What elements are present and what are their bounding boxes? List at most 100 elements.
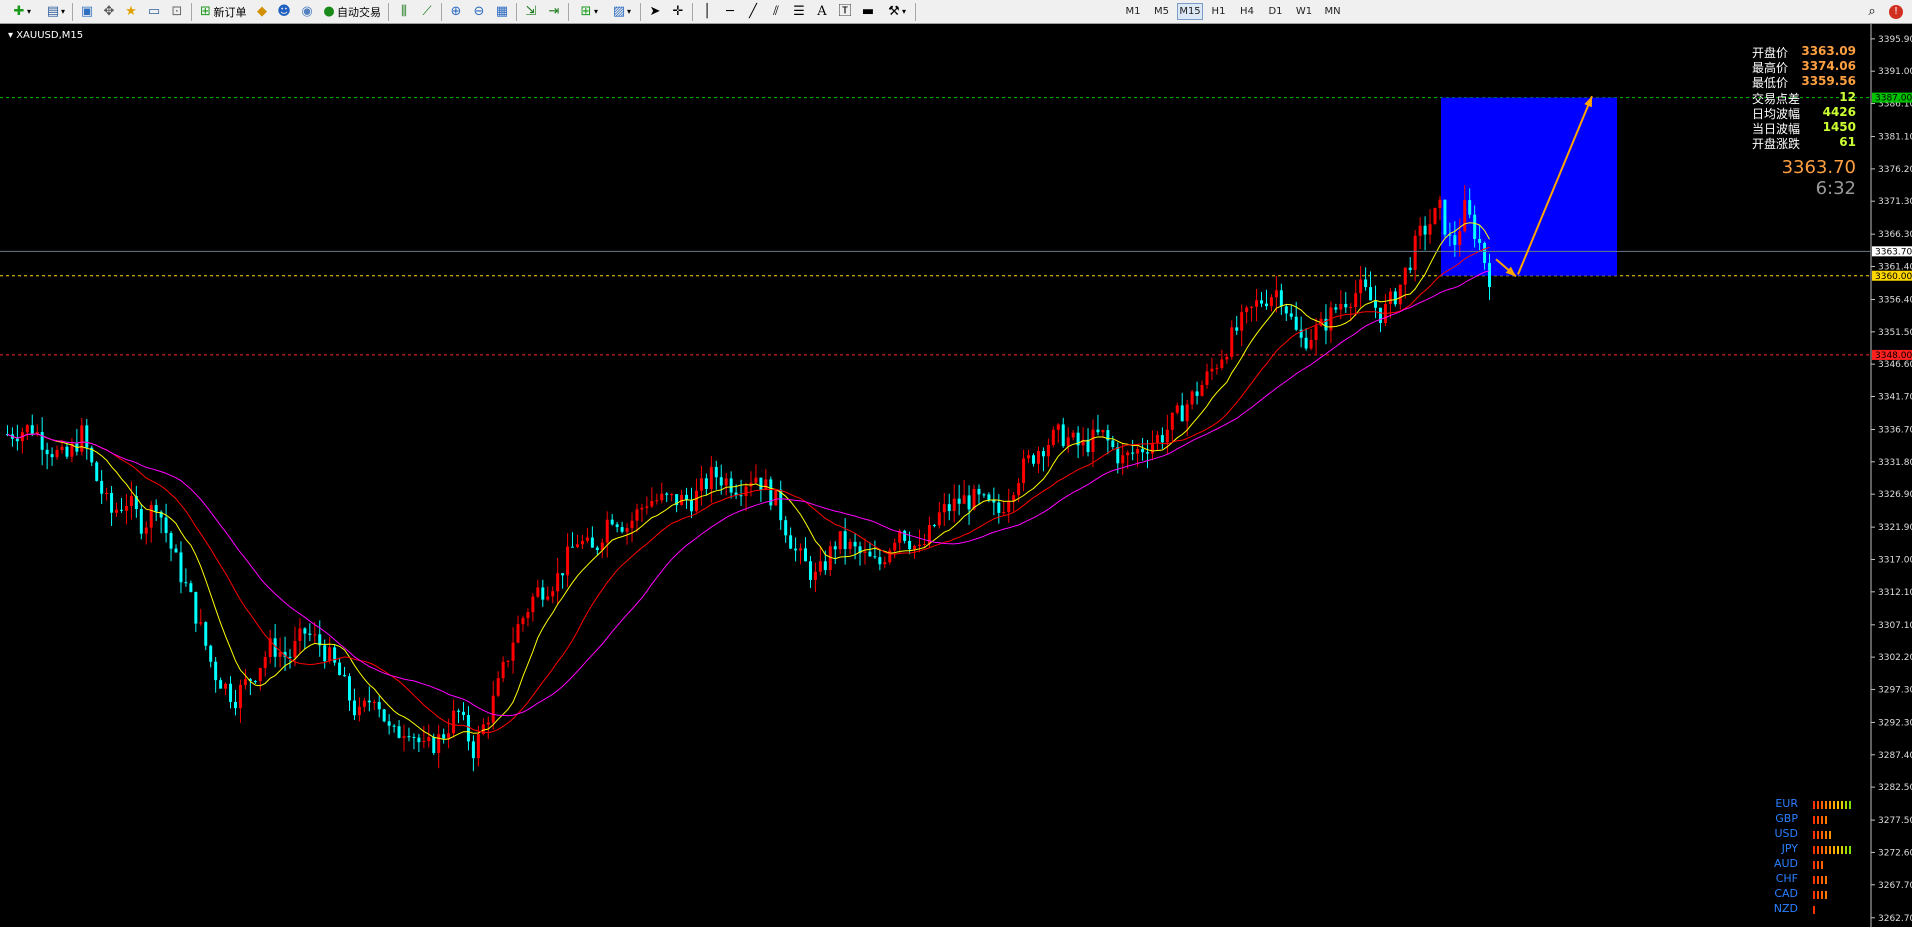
- search-button[interactable]: ⌕: [1862, 2, 1882, 21]
- candle-body: [694, 490, 698, 512]
- meta-editor-button[interactable]: ◆: [252, 2, 272, 21]
- candle-body: [1220, 359, 1224, 368]
- strength-bar: [1817, 891, 1819, 899]
- profiles-button[interactable]: ▤ ▾: [40, 2, 70, 21]
- candle-body: [338, 662, 342, 676]
- notification-button[interactable]: !: [1886, 2, 1906, 21]
- chart-shift-button[interactable]: ⇥: [544, 2, 564, 21]
- candle-body: [729, 478, 733, 493]
- candle-body: [987, 494, 991, 501]
- timeframe-w1-button[interactable]: W1: [1291, 3, 1317, 20]
- line-chart-button[interactable]: ⟋: [417, 2, 437, 21]
- candle-body: [625, 528, 629, 532]
- candle-body: [511, 642, 515, 661]
- candle-body: [432, 737, 436, 753]
- market-watch-button[interactable]: ▣: [77, 2, 97, 21]
- candle-body: [997, 502, 1001, 513]
- candle-body: [417, 737, 421, 743]
- candle-body: [1418, 225, 1422, 236]
- user-button[interactable]: ☻: [274, 2, 294, 21]
- candle-body: [119, 509, 123, 511]
- candle-body: [615, 524, 619, 528]
- strategy-tester-button[interactable]: ⊡: [167, 2, 187, 21]
- vertical-line-button[interactable]: │: [697, 2, 717, 21]
- candle-body: [799, 548, 803, 551]
- trendline-button[interactable]: ╱: [743, 2, 763, 21]
- chart-canvas[interactable]: 3395.903391.003386.103381.103376.203371.…: [0, 24, 1912, 927]
- price-axis-label: 3307.10: [1878, 621, 1912, 631]
- terminal-button[interactable]: ▭: [144, 2, 164, 21]
- auto-trading-button[interactable]: ● 自动交易: [320, 2, 382, 21]
- timeframe-m1-button[interactable]: M1: [1120, 3, 1146, 20]
- text-label-button[interactable]: 🅃: [835, 2, 855, 21]
- candle-body: [541, 587, 545, 600]
- timeframe-d1-button[interactable]: D1: [1263, 3, 1289, 20]
- indicators-button[interactable]: ⊞ ▾: [573, 2, 603, 21]
- candle-body: [189, 583, 193, 592]
- candle-body: [1101, 430, 1105, 433]
- candle-body: [843, 531, 847, 550]
- signals-button[interactable]: ◉: [297, 2, 317, 21]
- favorites-button[interactable]: ★: [121, 2, 141, 21]
- strength-bar: [1813, 906, 1815, 914]
- candle-body: [1428, 224, 1432, 235]
- zoom-in-button[interactable]: ⊕: [446, 2, 466, 21]
- candle-body: [1061, 424, 1065, 447]
- candle-body: [1453, 235, 1457, 245]
- candle-body: [15, 438, 19, 442]
- price-axis-label: 3346.60: [1878, 360, 1912, 370]
- rectangle-tool-button[interactable]: ▬: [858, 2, 878, 21]
- candle-body: [1269, 297, 1273, 307]
- candle-body: [709, 466, 713, 489]
- fibonacci-button[interactable]: ☰: [789, 2, 809, 21]
- strength-bar: [1821, 861, 1823, 869]
- navigator-button[interactable]: ✥: [99, 2, 119, 21]
- line-chart-icon: ⟋: [422, 3, 432, 19]
- candle-body: [580, 540, 584, 545]
- strength-bar: [1833, 801, 1835, 809]
- candle-body: [169, 533, 173, 549]
- price-chart[interactable]: 3395.90 3391.00 3386.10 3381.10 3376.20 3371.…: [0, 24, 1912, 927]
- timeframe-m15-button[interactable]: M15: [1177, 3, 1203, 20]
- candle-body: [1136, 449, 1140, 454]
- strength-bar: [1829, 801, 1831, 809]
- strength-bar: [1817, 801, 1819, 809]
- crosshair-tool-button[interactable]: ✛: [668, 2, 688, 21]
- horizontal-line-button[interactable]: ─: [720, 2, 740, 21]
- equidistant-channel-button[interactable]: ⫽: [766, 2, 786, 21]
- candle-body: [496, 678, 500, 696]
- bar-chart-button[interactable]: ⫼: [394, 2, 414, 21]
- candle-body: [1215, 367, 1219, 369]
- strength-bar: [1825, 891, 1827, 899]
- timeframe-m5-button[interactable]: M5: [1149, 3, 1175, 20]
- candle-body: [848, 541, 852, 550]
- zoom-out-button[interactable]: ⊖: [469, 2, 489, 21]
- text-tool-button[interactable]: A: [812, 2, 832, 21]
- strength-bar: [1813, 846, 1815, 854]
- new-order-button[interactable]: ⊞ 新订单: [196, 2, 248, 21]
- candle-body: [1458, 231, 1462, 245]
- cursor-tool-button[interactable]: ➤: [645, 2, 665, 21]
- timeframe-h1-button[interactable]: H1: [1206, 3, 1232, 20]
- candle-body: [471, 741, 475, 759]
- templates-button[interactable]: ▨ ▾: [606, 2, 636, 21]
- candle-body: [357, 706, 361, 716]
- strength-bar: [1829, 846, 1831, 854]
- strength-bar: [1817, 861, 1819, 869]
- new-chart-button[interactable]: ✚ ▾: [6, 2, 36, 21]
- candle-body: [1086, 439, 1090, 452]
- candle-body: [868, 551, 872, 557]
- autoscroll-button[interactable]: ⇲: [521, 2, 541, 21]
- channel-icon: ⫽: [773, 3, 779, 19]
- shapes-menu-button[interactable]: ⚒ ▾: [881, 2, 911, 21]
- candle-body: [546, 596, 550, 600]
- candle-body: [139, 509, 143, 534]
- currency-strength-bars: [1813, 846, 1851, 854]
- candle-body: [1304, 337, 1308, 349]
- candle-body: [1131, 452, 1135, 454]
- candle-body: [219, 680, 223, 689]
- timeframe-h4-button[interactable]: H4: [1234, 3, 1260, 20]
- timeframe-mn-button[interactable]: MN: [1320, 3, 1346, 20]
- tile-windows-button[interactable]: ▦: [492, 2, 512, 21]
- candle-body: [397, 726, 401, 738]
